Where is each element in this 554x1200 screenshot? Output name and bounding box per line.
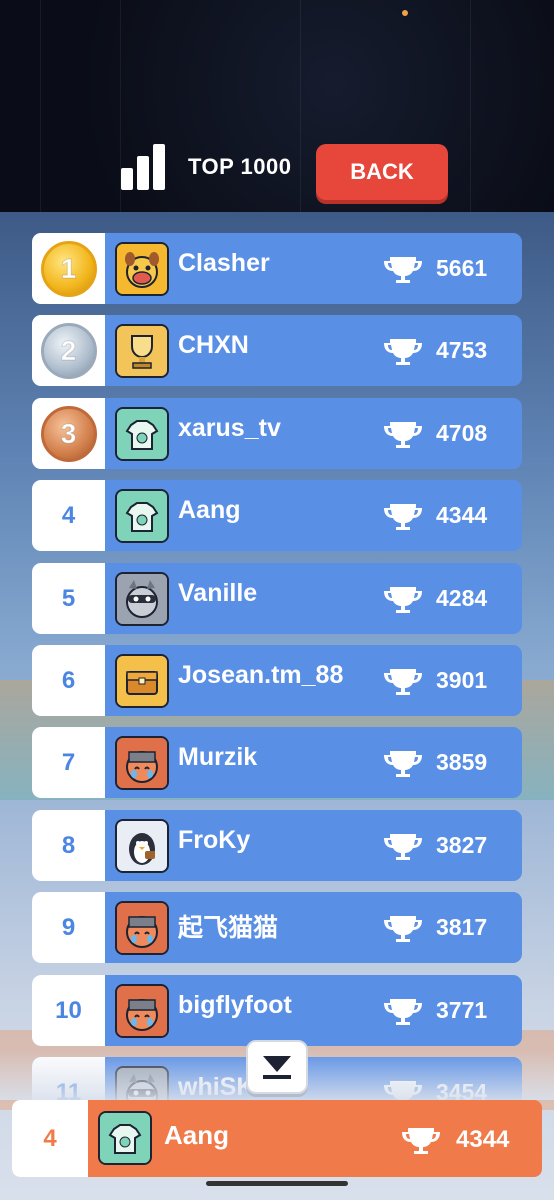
player-score: 3901 bbox=[436, 667, 488, 693]
rank-cell: 1 bbox=[32, 233, 105, 304]
avatar bbox=[115, 819, 169, 873]
rank-cell: 10 bbox=[32, 975, 105, 1046]
leaderboard-row[interactable]: 2 CHXN 4753 bbox=[32, 315, 522, 386]
player-name: Murzik bbox=[178, 743, 258, 771]
rank-cell: 6 bbox=[32, 645, 105, 716]
jersey-avatar bbox=[100, 1113, 150, 1163]
rank-cell: 8 bbox=[32, 810, 105, 881]
scroll-to-self-icon bbox=[263, 1056, 291, 1079]
player-name: bigflyfoot bbox=[178, 991, 292, 1019]
raccoon-avatar bbox=[117, 574, 167, 624]
leaderboard-row[interactable]: 5 Vanille 4284 bbox=[32, 563, 522, 634]
player-score: 4284 bbox=[436, 585, 488, 611]
hanging-string bbox=[300, 0, 301, 212]
player-score: 3859 bbox=[436, 749, 488, 775]
silver-medal-icon: 2 bbox=[40, 322, 97, 379]
avatar bbox=[115, 242, 169, 296]
avatar bbox=[115, 736, 169, 790]
rank-cell: 2 bbox=[32, 315, 105, 386]
jersey-avatar bbox=[117, 491, 167, 541]
leaderboard-row[interactable]: 3 xarus_tv 4708 bbox=[32, 398, 522, 469]
player-score: 5661 bbox=[436, 255, 488, 281]
scroll-to-self-button[interactable] bbox=[246, 1040, 308, 1094]
player-score: 4753 bbox=[436, 337, 488, 363]
trophy-icon bbox=[384, 504, 422, 530]
hanging-string bbox=[470, 0, 471, 212]
jersey-avatar bbox=[117, 409, 167, 459]
player-name: Vanille bbox=[178, 579, 258, 607]
leaderboard-row[interactable]: 6 Josean.tm_88 3901 bbox=[32, 645, 522, 716]
rank-cell: 5 bbox=[32, 563, 105, 634]
trophy-avatar bbox=[117, 326, 167, 376]
self-rank-row[interactable]: 4 Aang 4344 bbox=[12, 1100, 542, 1177]
avatar bbox=[115, 324, 169, 378]
trophy-icon bbox=[384, 587, 422, 613]
player-score: 4708 bbox=[436, 420, 488, 446]
player-name: CHXN bbox=[178, 331, 249, 359]
leaderboard-row[interactable]: 1 Clasher 5661 bbox=[32, 233, 522, 304]
player-name: FroKy bbox=[178, 826, 251, 854]
rank-cell: 4 bbox=[32, 480, 105, 551]
player-name: Josean.tm_88 bbox=[178, 661, 344, 689]
home-indicator bbox=[206, 1181, 348, 1186]
penguin-avatar bbox=[117, 821, 167, 871]
rank-cell: 7 bbox=[32, 727, 105, 798]
avatar bbox=[115, 407, 169, 461]
gold-medal-icon: 1 bbox=[40, 240, 97, 297]
back-button[interactable]: BACK bbox=[316, 144, 448, 200]
player-name: Aang bbox=[178, 496, 241, 524]
trophy-icon bbox=[384, 669, 422, 695]
trophy-icon bbox=[384, 257, 422, 283]
page-title: TOP 1000 bbox=[188, 154, 292, 179]
bronze-medal-icon: 3 bbox=[40, 405, 97, 462]
chest-avatar bbox=[117, 656, 167, 706]
player-score: 3827 bbox=[436, 832, 488, 858]
leaderboard-row[interactable]: 9 起飞猫猫 3817 bbox=[32, 892, 522, 963]
avatar bbox=[115, 654, 169, 708]
light-dot bbox=[402, 10, 408, 16]
dog-avatar bbox=[117, 244, 167, 294]
avatar bbox=[115, 984, 169, 1038]
self-rank: 4 bbox=[12, 1100, 88, 1177]
cat-avatar bbox=[117, 903, 167, 953]
cat-avatar bbox=[117, 738, 167, 788]
leaderboard-row[interactable]: 4 Aang 4344 bbox=[32, 480, 522, 551]
trophy-icon bbox=[384, 834, 422, 860]
trophy-icon bbox=[384, 422, 422, 448]
trophy-icon bbox=[384, 916, 422, 942]
avatar bbox=[98, 1111, 152, 1165]
avatar bbox=[115, 489, 169, 543]
self-score: 4344 bbox=[456, 1126, 510, 1153]
self-name: Aang bbox=[164, 1120, 229, 1150]
rank-cell: 3 bbox=[32, 398, 105, 469]
trophy-icon bbox=[384, 751, 422, 777]
leaderboard-row[interactable]: 8 FroKy 3827 bbox=[32, 810, 522, 881]
player-score: 3771 bbox=[436, 997, 488, 1023]
trophy-icon bbox=[384, 999, 422, 1025]
hanging-string bbox=[40, 0, 41, 212]
player-name: Clasher bbox=[178, 249, 270, 277]
avatar bbox=[115, 572, 169, 626]
rank-cell: 9 bbox=[32, 892, 105, 963]
player-score: 3817 bbox=[436, 914, 488, 940]
cat-avatar bbox=[117, 986, 167, 1036]
player-score: 4344 bbox=[436, 502, 488, 528]
bar-chart-icon bbox=[121, 144, 167, 190]
player-name: xarus_tv bbox=[178, 414, 281, 442]
trophy-icon bbox=[384, 339, 422, 365]
trophy-icon bbox=[402, 1128, 440, 1154]
avatar bbox=[115, 901, 169, 955]
leaderboard-row[interactable]: 7 Murzik 3859 bbox=[32, 727, 522, 798]
player-name: 起飞猫猫 bbox=[178, 914, 279, 942]
leaderboard-row[interactable]: 10 bigflyfoot 3771 bbox=[32, 975, 522, 1046]
